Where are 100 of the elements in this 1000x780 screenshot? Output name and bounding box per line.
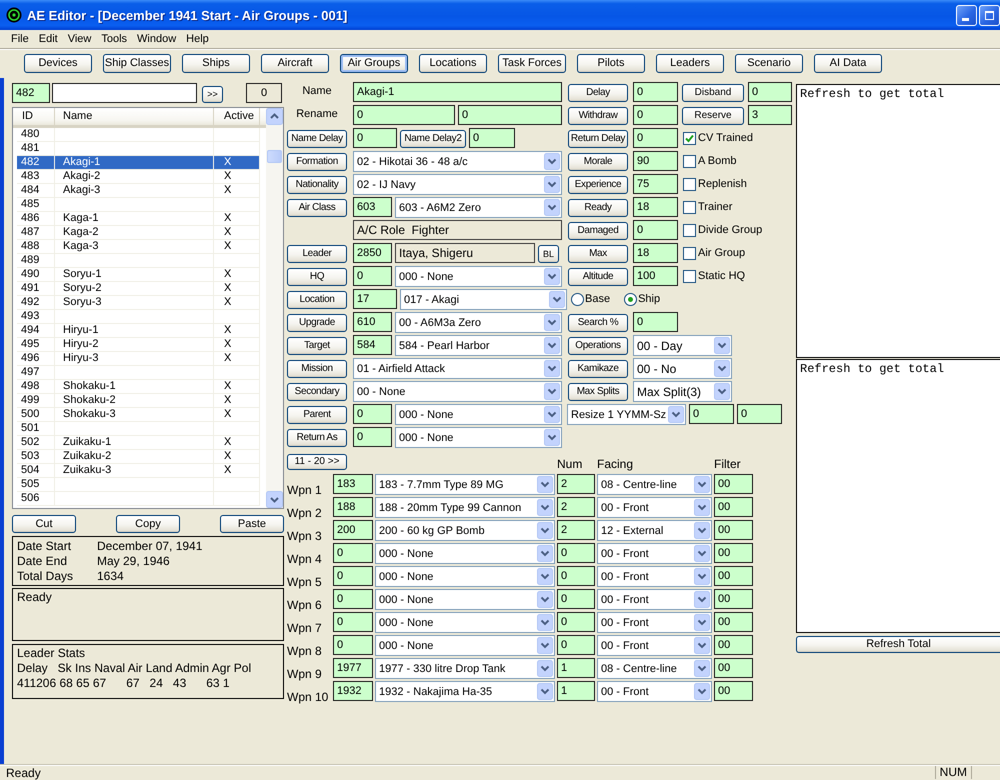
menu-item[interactable]: Edit xyxy=(34,31,63,47)
action-button[interactable]: Cut xyxy=(12,515,76,533)
dropdown[interactable]: 00 - No xyxy=(633,358,732,379)
count-field[interactable]: 0 xyxy=(557,566,595,586)
maximize-button[interactable] xyxy=(979,5,1000,26)
list-row[interactable]: 482 Akagi-1 X xyxy=(17,156,260,170)
dropdown[interactable]: 1977 - 330 litre Drop Tank xyxy=(375,658,555,679)
form-button[interactable]: Max xyxy=(568,245,628,263)
list-row[interactable]: 485 xyxy=(17,198,260,212)
dropdown[interactable]: Resize 1 YYMM-Sz xyxy=(567,404,686,425)
form-button[interactable]: Target xyxy=(287,337,347,355)
toolbar-button[interactable]: Ships xyxy=(182,54,250,73)
menu-item[interactable]: View xyxy=(62,31,96,47)
checkbox[interactable] xyxy=(683,270,696,283)
code-field[interactable]: 1977 xyxy=(333,658,373,678)
scrollbar-track[interactable] xyxy=(266,108,283,508)
form-button[interactable]: Parent xyxy=(287,406,347,424)
checkbox[interactable] xyxy=(683,201,696,214)
form-button[interactable]: Delay xyxy=(568,84,628,102)
count-field[interactable]: 0 xyxy=(557,589,595,609)
dropdown[interactable]: 02 - Hikotai 36 - 48 a/c xyxy=(353,151,562,172)
id-field[interactable]: 482 xyxy=(12,83,50,103)
text-field[interactable]: 18 xyxy=(633,197,678,217)
dropdown[interactable]: 603 - A6M2 Zero xyxy=(395,197,562,218)
dropdown[interactable]: 02 - IJ Navy xyxy=(353,174,562,195)
count-field[interactable]: 2 xyxy=(557,497,595,517)
count-field[interactable]: 1 xyxy=(557,658,595,678)
form-button[interactable]: Disband xyxy=(682,84,744,102)
toolbar-button[interactable]: Pilots xyxy=(577,54,645,73)
dropdown[interactable]: 000 - None xyxy=(375,612,555,633)
go-button[interactable]: >> xyxy=(202,86,223,103)
dropdown[interactable]: 584 - Pearl Harbor xyxy=(395,335,562,356)
dropdown[interactable]: 12 - External xyxy=(597,520,712,541)
dropdown[interactable]: 000 - None xyxy=(375,543,555,564)
action-button[interactable]: Copy xyxy=(116,515,180,533)
column-header[interactable]: Name xyxy=(55,108,214,125)
form-button[interactable]: Ready xyxy=(568,199,628,217)
form-button[interactable]: Reserve xyxy=(682,107,744,125)
form-button[interactable]: Formation xyxy=(287,153,347,171)
dropdown[interactable]: 01 - Airfield Attack xyxy=(353,358,562,379)
dropdown[interactable]: 00 - Front xyxy=(597,612,712,633)
form-button[interactable]: Upgrade xyxy=(287,314,347,332)
text-field[interactable]: 3 xyxy=(748,105,792,125)
form-button[interactable]: Air Class xyxy=(287,199,347,217)
list-row[interactable]: 492 Soryu-3 X xyxy=(17,296,260,310)
text-field[interactable]: 0 xyxy=(633,105,678,125)
text-field[interactable]: 0 xyxy=(633,82,678,102)
checkbox[interactable] xyxy=(683,155,696,168)
checkbox[interactable] xyxy=(683,247,696,260)
dropdown[interactable]: 000 - None xyxy=(395,404,562,425)
list-row[interactable]: 502 Zuikaku-1 X xyxy=(17,436,260,450)
list-row[interactable]: 496 Hiryu-3 X xyxy=(17,352,260,366)
text-field[interactable]: 0 xyxy=(469,128,515,148)
code-field[interactable]: 610 xyxy=(353,312,392,332)
form-button[interactable]: Operations xyxy=(568,337,628,355)
dropdown[interactable]: 188 - 20mm Type 99 Cannon xyxy=(375,497,555,518)
text-field[interactable]: 0 xyxy=(689,404,734,424)
form-button[interactable]: Nationality xyxy=(287,176,347,194)
dropdown[interactable]: 08 - Centre-line xyxy=(597,474,712,495)
list-row[interactable]: 480 xyxy=(17,128,260,142)
dropdown[interactable]: 00 - None xyxy=(353,381,562,402)
form-button[interactable]: Return As xyxy=(287,429,347,447)
list-row[interactable]: 500 Shokaku-3 X xyxy=(17,408,260,422)
dropdown[interactable]: 000 - None xyxy=(395,427,562,448)
filter-field[interactable]: 00 xyxy=(714,589,753,609)
dropdown[interactable]: 00 - A6M3a Zero xyxy=(395,312,562,333)
dropdown[interactable]: 00 - Front xyxy=(597,497,712,518)
text-field[interactable]: 0 xyxy=(737,404,782,424)
menu-item[interactable]: Window xyxy=(132,31,182,47)
checkbox-label[interactable]: A Bomb xyxy=(698,155,737,167)
checkbox-label[interactable]: Divide Group xyxy=(698,224,762,236)
form-button[interactable]: Name Delay xyxy=(287,130,347,148)
radio-label[interactable]: Base xyxy=(585,293,610,305)
form-button[interactable]: Kamikaze xyxy=(568,360,628,378)
list-row[interactable]: 494 Hiryu-1 X xyxy=(17,324,260,338)
form-button[interactable]: Experience xyxy=(568,176,628,194)
toolbar-button[interactable]: AI Data xyxy=(814,54,882,73)
text-area[interactable]: Refresh to get total xyxy=(796,84,1000,358)
count-field[interactable]: 0 xyxy=(557,635,595,655)
filter-field[interactable]: 00 xyxy=(714,520,753,540)
small-button[interactable]: BL xyxy=(538,245,559,263)
code-field[interactable]: 0 xyxy=(353,427,392,447)
text-field[interactable]: 0 xyxy=(748,82,792,102)
toolbar-button[interactable]: Task Forces xyxy=(498,54,566,73)
checkbox-label[interactable]: Static HQ xyxy=(698,270,746,282)
scroll-down-icon[interactable] xyxy=(266,491,283,508)
menu-item[interactable]: Tools xyxy=(96,31,132,47)
list-row[interactable]: 486 Kaga-1 X xyxy=(17,212,260,226)
checkbox-label[interactable]: Replenish xyxy=(698,178,747,190)
toolbar-button[interactable]: Scenario xyxy=(735,54,803,73)
dropdown[interactable]: Max Split(3) xyxy=(633,381,732,402)
list-row[interactable]: 506 xyxy=(17,492,260,506)
scrollbar-thumb[interactable] xyxy=(267,150,282,163)
dropdown[interactable]: 000 - None xyxy=(395,266,562,287)
form-button[interactable]: Damaged xyxy=(568,222,628,240)
checkbox-label[interactable]: Air Group xyxy=(698,247,746,259)
filter-field[interactable]: 00 xyxy=(714,543,753,563)
form-button[interactable]: Leader xyxy=(287,245,347,263)
code-field[interactable]: 188 xyxy=(333,497,373,517)
column-header[interactable]: Active xyxy=(214,108,260,125)
